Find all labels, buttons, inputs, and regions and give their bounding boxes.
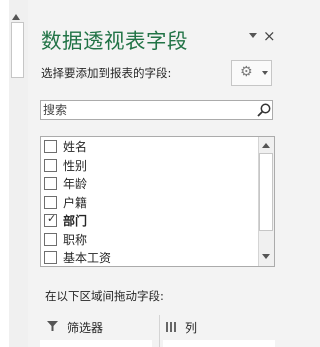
field-label: 基本工资 [63,251,112,265]
field-instruction: 选择要添加到报表的字段: [41,66,172,80]
gear-icon: ⚙ [240,64,253,80]
area-divider [159,315,160,347]
checkmark-icon: ✓ [47,212,57,225]
chevron-down-icon [262,71,268,75]
pane-title: 数据透视表字段 [41,29,188,53]
field-checkbox[interactable] [44,140,57,153]
sheet-scroll-thumb[interactable] [11,22,24,78]
field-checkbox[interactable] [44,158,57,172]
field-label: 户籍 [63,195,88,210]
filter-area-label: 筛选器 [67,321,104,335]
field-label: 年龄 [63,177,88,191]
field-label: 部门 [63,214,88,228]
columns-area-label: 列 [185,321,198,335]
field-checkbox[interactable] [44,251,57,264]
field-label: 职称 [63,232,88,247]
field-label: 性别 [63,158,88,173]
field-checkbox[interactable]: ✓ [44,212,57,227]
scroll-up-arrow-icon[interactable] [262,143,270,148]
areas-instruction: 在以下区域间拖动字段: [45,289,164,303]
field-item[interactable]: 姓名 [42,138,258,156]
field-item[interactable]: 户籍 [42,194,258,212]
scroll-down-arrow-icon[interactable] [262,254,270,259]
search-icon[interactable] [256,102,272,118]
field-label: 姓名 [63,140,88,154]
scroll-up-arrow-icon[interactable] [12,14,20,20]
field-item[interactable]: 职称 [42,231,258,249]
filter-drop-zone[interactable] [40,340,152,347]
search-placeholder: 搜索 [43,103,68,117]
pane-options-dropdown-icon[interactable] [249,33,257,38]
close-icon[interactable]: × [263,28,276,44]
field-item[interactable]: 年龄 [42,175,258,193]
filter-icon [47,321,58,331]
columns-icon [166,322,176,332]
field-checkbox[interactable] [44,232,57,246]
field-list-scroll-thumb[interactable] [259,153,273,231]
columns-drop-zone[interactable] [163,340,275,347]
field-item[interactable]: 基本工资 [42,249,258,267]
field-list: 姓名 性别 年龄 户籍 ✓ 部门 职称 基本工资 [40,136,275,267]
field-checkbox[interactable] [44,195,57,209]
field-item[interactable]: ✓ 部门 [42,212,258,230]
field-item[interactable]: 性别 [42,157,258,175]
field-checkbox[interactable] [44,177,57,190]
field-search-input[interactable] [40,100,273,120]
